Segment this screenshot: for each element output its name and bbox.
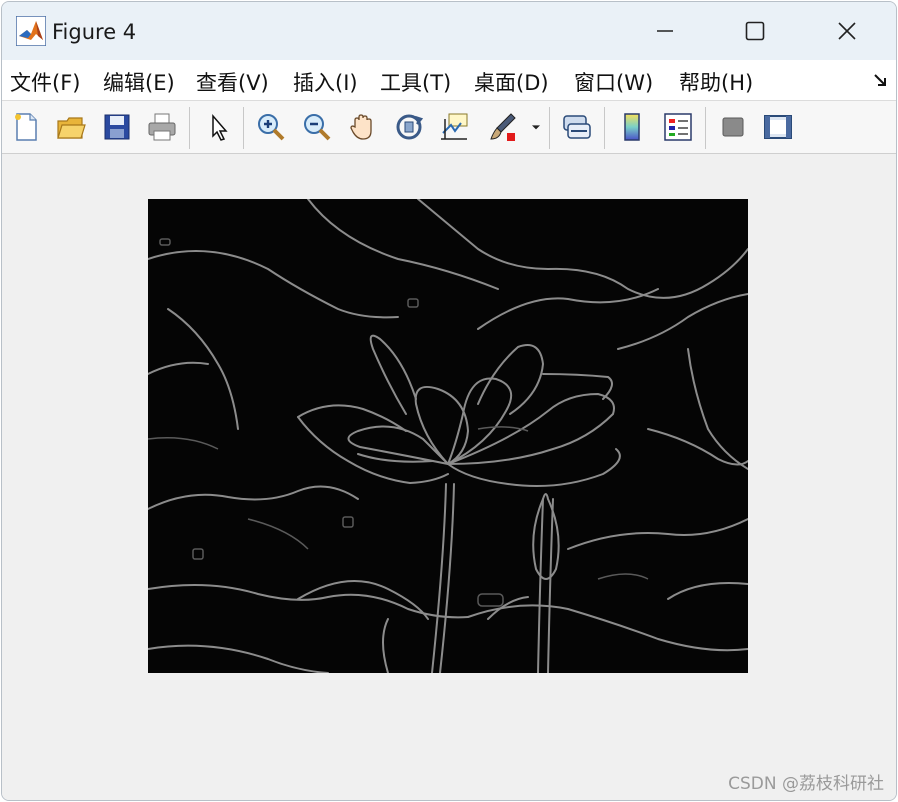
zoom-out-button[interactable] <box>299 109 335 145</box>
hide-plot-tools-button[interactable] <box>715 109 751 145</box>
new-figure-icon <box>15 113 37 141</box>
open-file-icon <box>57 117 86 139</box>
link-plot-button[interactable] <box>559 109 595 145</box>
new-figure-button[interactable] <box>8 109 44 145</box>
edit-plot-arrow-icon <box>212 113 228 141</box>
toolbar-separator <box>189 107 190 149</box>
save-button[interactable] <box>99 109 135 145</box>
toolbar-separator <box>243 107 244 149</box>
minimize-button[interactable] <box>620 2 710 60</box>
open-file-button[interactable] <box>53 109 89 145</box>
brush-button[interactable] <box>485 109 521 145</box>
legend-icon <box>664 113 692 141</box>
hide-plot-tools-icon <box>722 117 744 137</box>
insert-legend-button[interactable] <box>660 109 696 145</box>
insert-colorbar-button[interactable] <box>614 109 650 145</box>
data-cursor-icon <box>441 113 468 140</box>
brush-dropdown-button[interactable] <box>526 109 546 145</box>
menu-window[interactable]: 窗口(W) <box>574 67 653 97</box>
link-plot-icon <box>563 115 591 139</box>
figure-canvas: CSDN @荔枝科研社 <box>2 154 896 800</box>
brush-icon <box>490 113 516 141</box>
maximize-icon <box>745 21 765 41</box>
chevron-down-icon <box>532 125 540 130</box>
menu-tools[interactable]: 工具(T) <box>380 67 451 97</box>
pan-hand-icon <box>350 114 372 140</box>
menu-view[interactable]: 查看(V) <box>196 67 269 97</box>
save-icon <box>104 114 130 140</box>
menu-file[interactable]: 文件(F) <box>10 67 80 97</box>
toolbar-separator <box>705 107 706 149</box>
show-plot-tools-button[interactable] <box>760 109 796 145</box>
menu-bar: 文件(F) 编辑(E) 查看(V) 插入(I) 工具(T) 桌面(D) 窗口(W… <box>2 60 896 101</box>
rotate-3d-button[interactable] <box>391 109 427 145</box>
title-bar: Figure 4 <box>2 2 896 60</box>
zoom-in-button[interactable] <box>253 109 289 145</box>
image-axes[interactable] <box>148 199 748 673</box>
watermark-text: CSDN @荔枝科研社 <box>728 774 884 794</box>
data-cursor-button[interactable] <box>437 109 473 145</box>
menu-insert[interactable]: 插入(I) <box>293 67 358 97</box>
close-icon <box>838 22 856 40</box>
print-icon <box>148 113 176 141</box>
edge-detected-lotus-image <box>148 199 748 673</box>
zoom-out-icon <box>304 114 331 141</box>
minimize-icon <box>657 30 673 32</box>
figure-window: Figure 4 文件(F) 编辑(E) 查看(V) 插入(I) 工具(T) 桌… <box>1 1 897 801</box>
rotate-3d-icon <box>396 114 424 140</box>
toolbar-separator <box>549 107 550 149</box>
menu-desktop[interactable]: 桌面(D) <box>474 67 549 97</box>
dock-arrow-icon[interactable] <box>872 72 888 88</box>
print-button[interactable] <box>144 109 180 145</box>
edit-plot-button[interactable] <box>200 109 236 145</box>
window-title: Figure 4 <box>52 20 137 44</box>
menu-help[interactable]: 帮助(H) <box>679 67 753 97</box>
colorbar-icon <box>624 113 640 141</box>
close-button[interactable] <box>802 2 892 60</box>
show-plot-tools-icon <box>764 115 792 139</box>
menu-edit[interactable]: 编辑(E) <box>103 67 175 97</box>
matlab-logo-icon <box>16 16 46 46</box>
pan-button[interactable] <box>345 109 381 145</box>
maximize-button[interactable] <box>710 2 800 60</box>
zoom-in-icon <box>258 114 285 141</box>
figure-toolbar <box>2 101 896 154</box>
toolbar-separator <box>604 107 605 149</box>
